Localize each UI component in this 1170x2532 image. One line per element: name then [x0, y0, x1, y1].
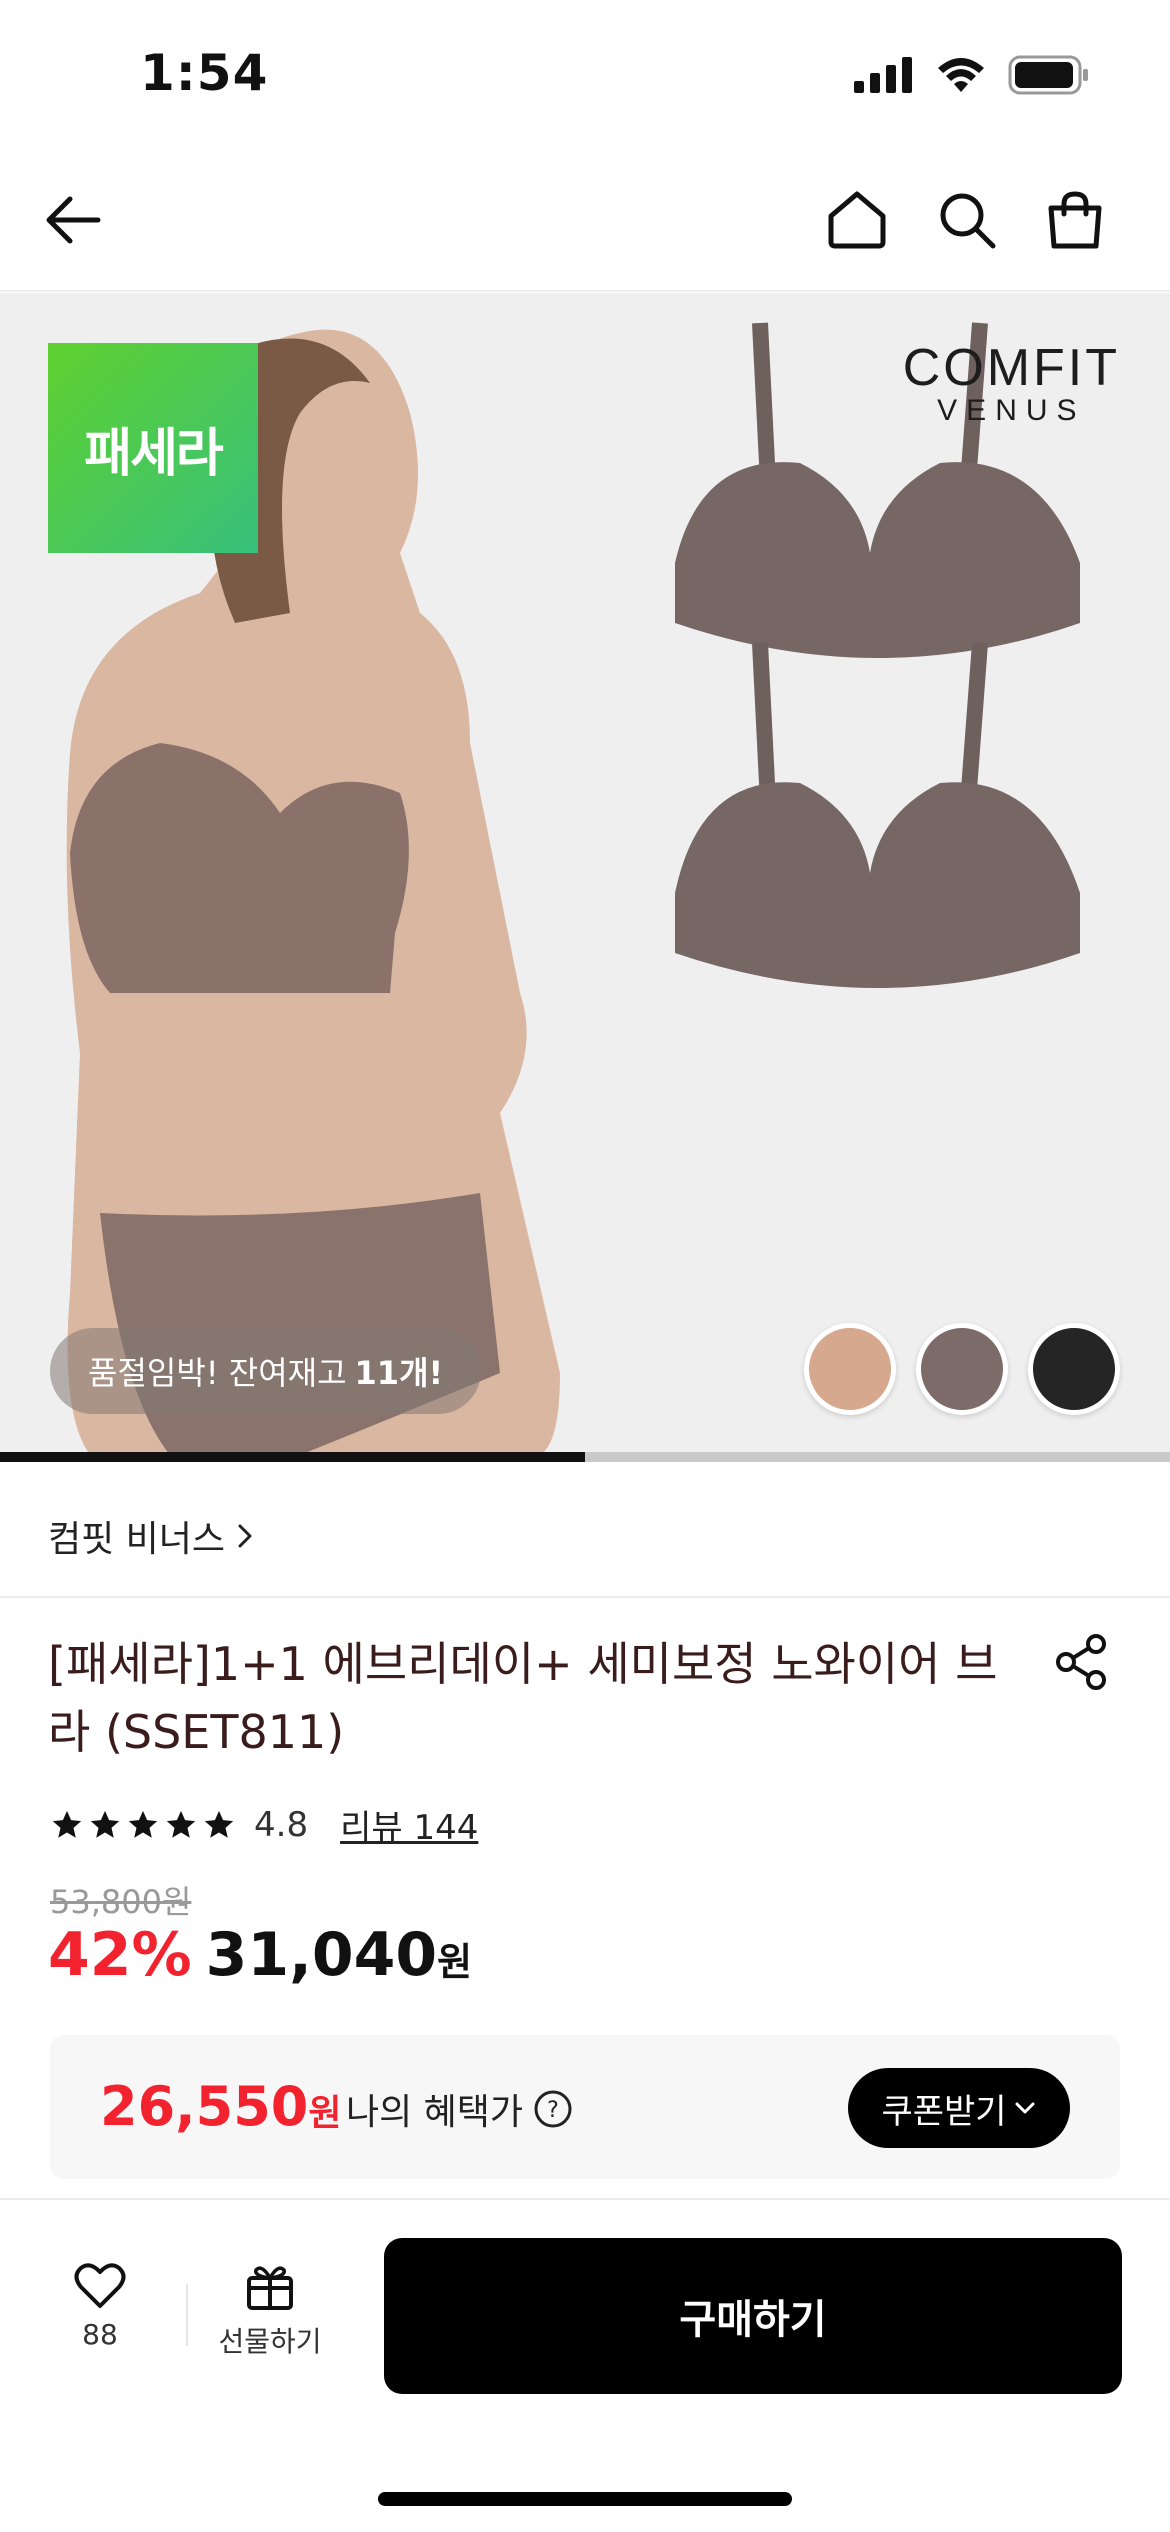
star-icon: [52, 1810, 82, 1838]
status-bar: 1:54: [0, 0, 1170, 150]
stock-badge: 품절임박! 잔여재고 11개!: [50, 1328, 482, 1414]
heart-icon: [74, 2263, 126, 2308]
help-icon[interactable]: ?: [533, 2089, 573, 2129]
home-indicator: [378, 2492, 792, 2506]
top-nav: [0, 150, 1170, 292]
gift-label: 선물하기: [218, 2325, 322, 2358]
cart-button[interactable]: [1040, 185, 1110, 255]
color-swatch-mocha[interactable]: [916, 1323, 1008, 1415]
product-image-carousel[interactable]: 패세라 COMFIT VENUS 품절임박! 잔여재고 11개!: [0, 293, 1170, 1455]
home-button[interactable]: [822, 185, 892, 255]
stock-text: 품절임박! 잔여재고: [88, 1354, 347, 1392]
back-arrow-icon: [46, 196, 101, 244]
sale-price: 31,040: [205, 1920, 438, 1990]
benefit-label-text: 나의 혜택가: [346, 2092, 524, 2133]
brand-tag: 패세라: [48, 343, 258, 553]
gallery-progress-bar: [0, 1452, 1170, 1462]
discount-rate: 42%: [48, 1920, 192, 1990]
shopping-bag-icon: [1048, 191, 1102, 249]
stock-count: 11개!: [354, 1354, 444, 1392]
chevron-down-icon: [1015, 2102, 1035, 2114]
benefit-price-box: 26,550 원 나의 혜택가 ? 쿠폰받기: [50, 2035, 1120, 2179]
brand-link[interactable]: 컴핏 비너스: [48, 1510, 255, 1562]
action-divider: [186, 2284, 188, 2346]
gift-button[interactable]: 선물하기: [212, 2262, 328, 2360]
cellular-signal-icon: [854, 57, 912, 93]
benefit-label: 나의 혜택가 ?: [346, 2083, 573, 2135]
brand-logo-line1: COMFIT: [902, 339, 1120, 397]
share-button[interactable]: [1052, 1632, 1112, 1692]
sale-price-group: 31,040원: [206, 1920, 473, 1990]
status-icons: [854, 55, 1090, 95]
status-time: 1:54: [140, 44, 269, 102]
search-button[interactable]: [932, 185, 1002, 255]
color-swatch-black[interactable]: [1028, 1323, 1120, 1415]
product-title: [패세라]1+1 에브리데이+ 세미보정 노와이어 브라 (SSET811): [48, 1637, 998, 1759]
star-icon: [90, 1810, 120, 1838]
section-divider: [0, 1596, 1170, 1598]
gallery-progress-fill: [0, 1452, 585, 1462]
svg-text:?: ?: [547, 2098, 559, 2123]
buy-button[interactable]: 구매하기: [384, 2238, 1122, 2394]
brand-logo-line2: VENUS: [937, 394, 1086, 427]
share-icon: [1056, 1634, 1106, 1690]
back-button[interactable]: [38, 185, 108, 255]
benefit-price-unit: 원: [308, 2093, 342, 2134]
like-count: 88: [82, 2318, 118, 2351]
sale-price-unit: 원: [437, 1940, 473, 1984]
benefit-price: 26,550 원: [100, 2075, 342, 2138]
color-swatches: [804, 1323, 1120, 1415]
wifi-icon: [938, 58, 984, 92]
star-rating: [50, 1808, 236, 1842]
brand-logo: COMFIT VENUS: [903, 338, 1120, 428]
home-icon: [828, 191, 886, 249]
benefit-price-value: 26,550: [100, 2075, 309, 2138]
star-icon: [128, 1810, 158, 1838]
coupon-button[interactable]: 쿠폰받기: [848, 2068, 1070, 2148]
chevron-right-icon: [238, 1524, 252, 1548]
star-icon: [166, 1810, 196, 1838]
bottom-action-bar: 88 선물하기 구매하기: [0, 2198, 1170, 2532]
like-button[interactable]: 88: [60, 2262, 140, 2351]
brand-name: 컴핏 비너스: [48, 1519, 226, 1560]
review-link[interactable]: 리뷰 144: [340, 1800, 478, 1849]
original-price: 53,800원: [50, 1883, 192, 1921]
color-swatch-beige[interactable]: [804, 1323, 896, 1415]
search-icon: [940, 193, 996, 249]
gift-icon: [247, 2266, 293, 2310]
rating-row: 4.8 리뷰 144: [50, 1800, 478, 1849]
rating-value: 4.8: [254, 1804, 309, 1845]
price-row: 42% 31,040원: [48, 1920, 472, 1990]
battery-icon: [1008, 55, 1088, 95]
coupon-button-label: 쿠폰받기: [881, 2091, 1007, 2132]
star-icon: [204, 1810, 234, 1838]
